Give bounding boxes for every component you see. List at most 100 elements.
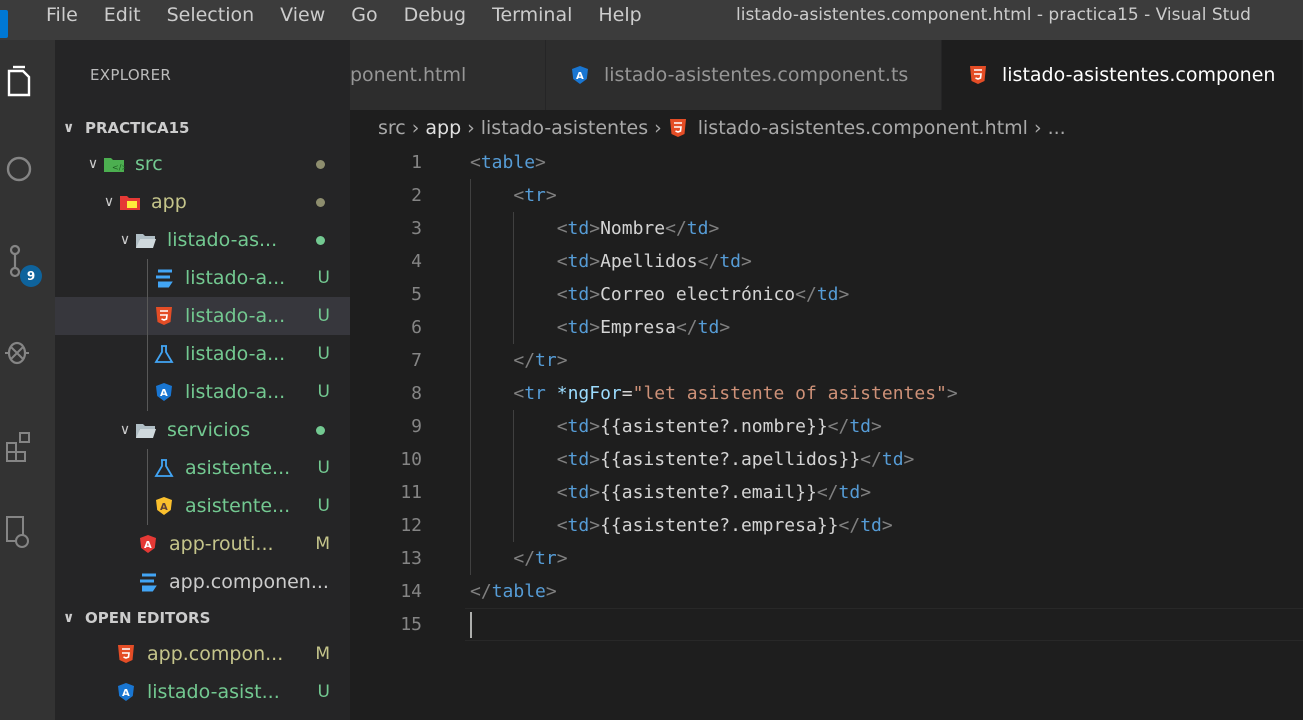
untracked-dot	[316, 426, 325, 435]
tree-folder-listado-asistentes[interactable]: ∨ listado-as...	[55, 221, 350, 259]
explorer-activity-button[interactable]	[0, 60, 40, 104]
code-token: >	[589, 251, 601, 272]
line-number: 10	[400, 449, 422, 470]
chevron-right-icon: ›	[411, 117, 420, 139]
source-control-badge: 9	[20, 265, 42, 287]
app-folder-icon	[119, 191, 141, 213]
code-line[interactable]: 1 <table>	[350, 146, 1303, 179]
code-text: <td>{{asistente?.email}}</td>	[470, 476, 871, 509]
project-section-header[interactable]: ∨ PRACTICA15	[55, 110, 350, 145]
tree-folder-src[interactable]: ∨ </> src	[55, 145, 350, 183]
code-token: >	[556, 350, 568, 371]
menu-terminal[interactable]: Terminal	[492, 3, 572, 27]
code-line[interactable]: 9 <td>{{asistente?.nombre}}</td>	[350, 410, 1303, 443]
svg-text:A: A	[576, 71, 584, 82]
css-icon	[153, 267, 175, 289]
open-editor-item[interactable]: app.compon... M	[55, 635, 350, 673]
open-editor-item[interactable]: A listado-asist... U	[55, 673, 350, 711]
chevron-right-icon: ›	[467, 117, 475, 139]
svg-text:A: A	[160, 502, 168, 513]
code-token: </	[513, 548, 536, 569]
code-line[interactable]: 3 <td>Nombre</td>	[350, 212, 1303, 245]
open-editors-header[interactable]: ∨ OPEN EDITORS	[55, 601, 350, 635]
code-token: <	[556, 218, 568, 239]
tab-app-component-html[interactable]: ponent.html	[350, 40, 546, 110]
code-line[interactable]: 12 <td>{{asistente?.empresa}}</td>	[350, 509, 1303, 542]
code-token: </	[675, 317, 698, 338]
code-line[interactable]: 8 <tr *ngFor="let asistente of asistente…	[350, 377, 1303, 410]
angular-icon: A	[570, 65, 590, 85]
code-token: =	[621, 383, 633, 404]
breadcrumb-item[interactable]: src	[378, 117, 406, 139]
html-icon	[153, 305, 175, 327]
extensions-icon	[6, 432, 30, 462]
extensions-activity-button[interactable]	[0, 424, 40, 468]
code-token: td	[719, 251, 741, 272]
git-status: U	[317, 682, 330, 702]
code-token: </	[816, 482, 839, 503]
breadcrumb-item[interactable]: app	[425, 117, 461, 139]
html-icon	[968, 65, 988, 85]
tree-item-label: app.compon...	[147, 643, 284, 665]
code-line[interactable]: 4 <td>Apellidos</td>	[350, 245, 1303, 278]
tree-folder-app[interactable]: ∨ app	[55, 183, 350, 221]
breadcrumb-item[interactable]: listado-asistentes.component.html	[698, 117, 1028, 139]
code-token: <	[470, 152, 481, 173]
source-control-activity-button[interactable]: 9	[0, 240, 42, 287]
code-token: td	[567, 515, 590, 536]
tab-listado-asistentes-ts[interactable]: A listado-asistentes.component.ts	[546, 40, 942, 110]
code-line[interactable]: 14 </table>	[350, 575, 1303, 608]
menu-file[interactable]: File	[46, 3, 78, 27]
menu-edit[interactable]: Edit	[104, 3, 141, 27]
tab-listado-asistentes-html[interactable]: listado-asistentes.componen	[942, 40, 1303, 110]
code-token: >	[708, 218, 720, 239]
tree-folder-servicios[interactable]: ∨ servicios	[55, 411, 350, 449]
tree-file-service-spec[interactable]: asistente... U	[55, 449, 350, 487]
tree-file-spec[interactable]: listado-a... U	[55, 335, 350, 373]
tree-file-css[interactable]: listado-a... U	[55, 259, 350, 297]
angular-routing-icon: A	[137, 533, 159, 555]
tab-label: listado-asistentes.component.ts	[604, 64, 909, 86]
svg-text:A: A	[160, 388, 168, 399]
chevron-down-icon: ∨	[119, 232, 131, 248]
debug-activity-button[interactable]	[0, 330, 40, 374]
chevron-right-icon: ›	[654, 117, 662, 139]
line-number: 9	[411, 416, 422, 437]
tree-file-html[interactable]: listado-a... U	[55, 297, 350, 335]
tree-file-app-routing[interactable]: A app-routi... M	[55, 525, 350, 563]
menu-debug[interactable]: Debug	[404, 3, 466, 27]
breadcrumb-item[interactable]: ...	[1048, 117, 1066, 139]
code-token: Apellidos	[600, 251, 698, 272]
code-line[interactable]: 2 <tr>	[350, 179, 1303, 212]
files-icon	[7, 65, 31, 97]
menu-selection[interactable]: Selection	[167, 3, 255, 27]
search-activity-button[interactable]	[0, 148, 40, 192]
code-line[interactable]: 6 <td>Empresa</td>	[350, 311, 1303, 344]
code-text: <td>Apellidos</td>	[470, 245, 752, 278]
breadcrumb-item[interactable]: listado-asistentes	[481, 117, 648, 139]
code-line[interactable]: 10 <td>{{asistente?.apellidos}}</td>	[350, 443, 1303, 476]
line-number: 8	[411, 383, 422, 404]
code-token: >	[589, 218, 601, 239]
tree-file-app-component-css[interactable]: app.componen...	[55, 563, 350, 601]
code-line[interactable]: 13 </tr>	[350, 542, 1303, 575]
menu-help[interactable]: Help	[598, 3, 641, 27]
line-number: 2	[411, 185, 422, 206]
code-line[interactable]: 5 <td>Correo electrónico</td>	[350, 278, 1303, 311]
tree-file-service[interactable]: A asistente... U	[55, 487, 350, 525]
tree-item-label: asistente...	[185, 495, 291, 517]
code-line[interactable]: 11 <td>{{asistente?.email}}</td>	[350, 476, 1303, 509]
code-token: tr	[535, 350, 557, 371]
angular-icon: A	[115, 681, 137, 703]
vscode-logo-icon	[0, 10, 8, 38]
code-line[interactable]: 7 </tr>	[350, 344, 1303, 377]
folder-open-icon	[135, 419, 157, 441]
remote-explorer-activity-button[interactable]	[0, 510, 40, 554]
tree-item-label: app-routi...	[169, 533, 274, 555]
menu-go[interactable]: Go	[351, 3, 377, 27]
tree-file-ts[interactable]: A listado-a... U	[55, 373, 350, 411]
test-flask-icon	[153, 457, 175, 479]
svg-text:A: A	[122, 688, 130, 699]
menu-view[interactable]: View	[280, 3, 325, 27]
code-editor[interactable]: 1 <table> 2 <tr> 3 <td>Nombre</td> 4 <td>Ape…	[350, 146, 1303, 720]
